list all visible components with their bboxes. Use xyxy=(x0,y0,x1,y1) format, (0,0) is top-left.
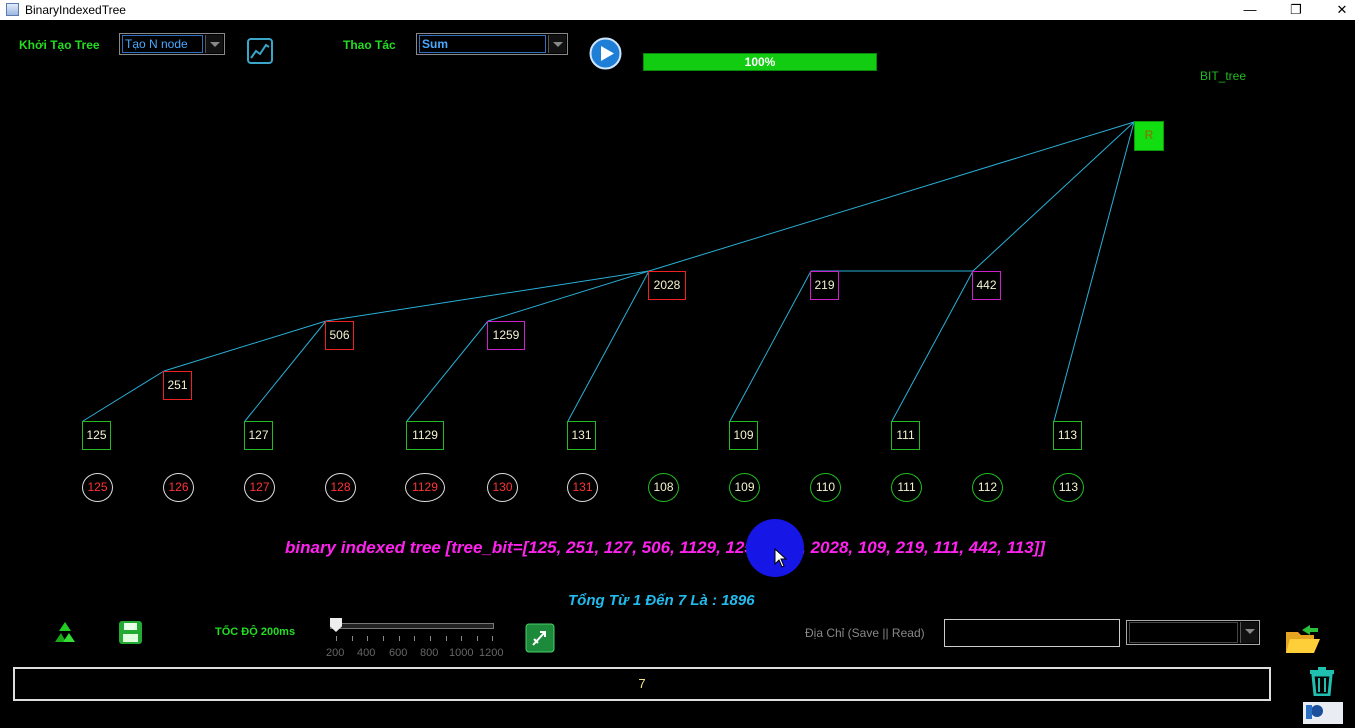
array-node[interactable]: 128 xyxy=(325,473,356,502)
edge-442-111 xyxy=(891,270,974,422)
corner-logo xyxy=(1303,702,1343,724)
status-display: 7 xyxy=(13,667,1271,701)
sum-result-text: Tổng Từ 1 Đến 7 Là : 1896 xyxy=(568,592,755,609)
tree-root-node[interactable]: R xyxy=(1134,121,1164,151)
address-label: Địa Chỉ (Save || Read) xyxy=(805,626,925,640)
array-node[interactable]: 113 xyxy=(1053,473,1084,502)
array-node[interactable]: 111 xyxy=(891,473,922,502)
slider-tick-label: 1000 xyxy=(449,647,474,659)
address-select-value xyxy=(1129,622,1238,643)
array-node[interactable]: 126 xyxy=(163,473,194,502)
recycle-icon[interactable] xyxy=(52,620,78,646)
slider-tick xyxy=(414,636,415,641)
slider-tick xyxy=(399,636,400,641)
slider-tick xyxy=(461,636,462,641)
edge-506-251 xyxy=(163,320,327,372)
edge-1259-1129 xyxy=(406,320,489,422)
tree-node[interactable]: 219 xyxy=(810,271,839,300)
slider-tick xyxy=(477,636,478,641)
open-folder-icon[interactable] xyxy=(1284,622,1322,656)
array-node[interactable]: 125 xyxy=(82,473,113,502)
tree-node[interactable]: 506 xyxy=(325,321,354,350)
slider-tick-label: 1200 xyxy=(479,647,504,659)
edge-2028-131 xyxy=(567,270,650,422)
slider-tick xyxy=(446,636,447,641)
tree-node[interactable]: 2028 xyxy=(648,271,686,300)
slider-tick xyxy=(352,636,353,641)
array-node[interactable]: 1129 xyxy=(405,473,445,502)
tree-node[interactable]: 131 xyxy=(567,421,596,450)
trash-icon[interactable] xyxy=(1306,666,1338,697)
slider-tick-label: 600 xyxy=(389,647,408,659)
mouse-pointer-icon xyxy=(774,547,788,572)
tree-node[interactable]: 125 xyxy=(82,421,111,450)
tree-node[interactable]: 127 xyxy=(244,421,273,450)
speed-label: TỐC ĐỘ 200ms xyxy=(215,626,296,638)
speed-slider-track[interactable] xyxy=(330,623,494,629)
slider-tick xyxy=(383,636,384,641)
edge-2028-506 xyxy=(325,270,650,322)
tree-node[interactable]: 442 xyxy=(972,271,1001,300)
slider-tick xyxy=(430,636,431,641)
tree-edges xyxy=(82,121,1135,422)
tree-node[interactable]: 109 xyxy=(729,421,758,450)
slider-tick xyxy=(336,636,337,641)
array-node[interactable]: 108 xyxy=(648,473,679,502)
slider-tick-label: 400 xyxy=(357,647,376,659)
chevron-down-icon[interactable] xyxy=(1240,622,1258,643)
array-node[interactable]: 110 xyxy=(810,473,841,502)
array-node[interactable]: 109 xyxy=(729,473,760,502)
edge-root-2028 xyxy=(648,121,1135,272)
edge-251-125 xyxy=(82,370,165,422)
tree-node[interactable]: 1129 xyxy=(406,421,444,450)
array-node[interactable]: 131 xyxy=(567,473,598,502)
slider-tick xyxy=(367,636,368,641)
edge-506-127 xyxy=(244,320,327,422)
array-node[interactable]: 130 xyxy=(487,473,518,502)
address-input[interactable] xyxy=(944,619,1120,647)
tree-node[interactable]: 251 xyxy=(163,371,192,400)
array-node[interactable]: 112 xyxy=(972,473,1003,502)
address-select[interactable] xyxy=(1126,620,1260,645)
tree-node[interactable]: 111 xyxy=(891,421,920,450)
slider-tick-label: 200 xyxy=(326,647,345,659)
save-icon[interactable] xyxy=(118,620,143,645)
edge-root-442 xyxy=(972,121,1135,272)
tree-node[interactable]: 113 xyxy=(1053,421,1082,450)
slider-tick xyxy=(492,636,493,641)
slider-tick-label: 800 xyxy=(420,647,439,659)
tree-node[interactable]: 1259 xyxy=(487,321,525,350)
edge-root-113 xyxy=(1053,121,1135,422)
bit-array-text: binary indexed tree [tree_bit=[125, 251,… xyxy=(285,538,1045,557)
array-node[interactable]: 127 xyxy=(244,473,275,502)
edge-2028-1259 xyxy=(487,270,650,322)
edge-219-109 xyxy=(729,270,812,422)
run-icon[interactable] xyxy=(525,623,555,653)
